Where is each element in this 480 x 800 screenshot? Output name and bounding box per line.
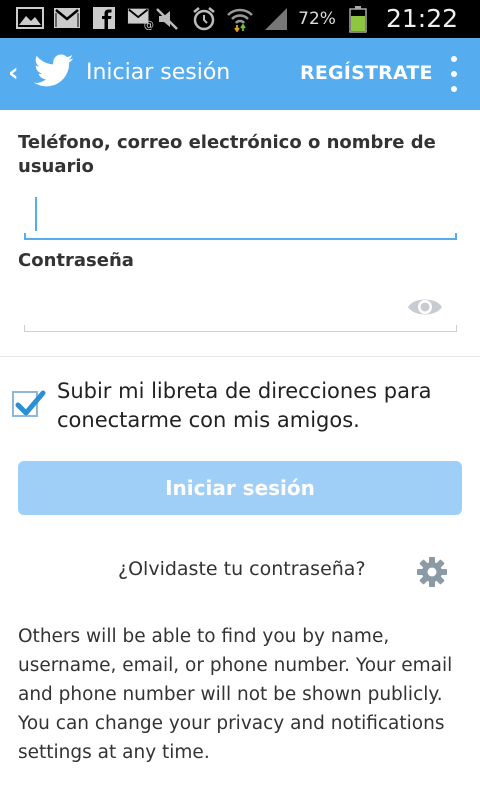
app-bar: ‹ Iniciar sesión REGÍSTRATE: [0, 38, 480, 110]
svg-text:@: @: [144, 19, 154, 30]
mute-icon: [154, 7, 182, 31]
gallery-icon: [16, 6, 44, 30]
alarm-icon: [190, 6, 218, 31]
email-icon: @: [127, 6, 155, 30]
username-label: Teléfono, correo electrónico o nombre de…: [18, 132, 436, 177]
clock: 21:22: [385, 4, 458, 33]
divider: [0, 356, 480, 357]
checkmark-icon: [15, 390, 46, 416]
password-underline: [24, 325, 457, 332]
notification-icons: @: [16, 6, 155, 30]
status-bar: @ 72% 21:22: [0, 0, 480, 38]
signal-icon: [262, 7, 290, 31]
signup-button[interactable]: REGÍSTRATE: [300, 62, 433, 84]
facebook-icon: [90, 6, 118, 30]
twitter-bird-icon[interactable]: [34, 54, 74, 92]
battery-icon: [344, 5, 372, 33]
system-icons: 72% 21:22: [154, 4, 458, 33]
forgot-password-link[interactable]: ¿Olvidaste tu contraseña?: [118, 558, 366, 580]
contacts-upload-label[interactable]: Subir mi libreta de direcciones para con…: [57, 377, 467, 435]
battery-percent: 72%: [298, 8, 336, 29]
text-cursor: [35, 197, 37, 231]
app-bar-title: Iniciar sesión: [86, 60, 231, 85]
overflow-menu-icon[interactable]: [448, 56, 460, 92]
back-arrow-icon[interactable]: ‹: [8, 58, 19, 88]
gear-icon[interactable]: [416, 556, 448, 592]
contacts-upload-checkbox[interactable]: [12, 390, 46, 417]
gmail-icon: [53, 6, 81, 30]
privacy-info-text: Others will be able to find you by name,…: [18, 626, 453, 763]
login-button[interactable]: Iniciar sesión: [18, 461, 462, 515]
username-input[interactable]: [24, 193, 456, 233]
password-input[interactable]: [24, 287, 394, 327]
password-label: Contraseña: [18, 250, 134, 271]
username-underline: [24, 233, 457, 240]
wifi-icon: [226, 7, 254, 32]
show-password-eye-icon[interactable]: [406, 294, 444, 324]
